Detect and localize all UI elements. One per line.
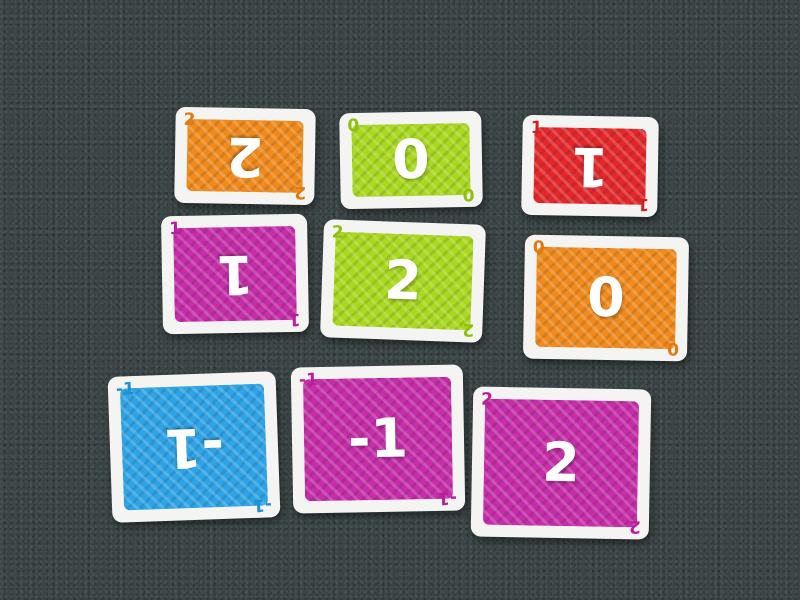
carpet-background: 2 2 2 0 0 0 1 1 1 1 1 1 2 2 2 0 0 0 -1 -… — [0, 0, 800, 600]
card-value: 1 — [215, 242, 255, 307]
card-corner-value: 1 — [169, 218, 182, 240]
card-value: 1 — [570, 134, 610, 199]
card-magenta-1: 1 1 1 — [160, 213, 310, 335]
card-value: 0 — [391, 127, 431, 192]
card-corner-value: -1 — [437, 487, 458, 508]
card-corner-value: 1 — [530, 117, 543, 139]
card-corner-value: 2 — [183, 109, 196, 131]
card-orange-0: 0 0 0 — [522, 234, 690, 362]
card-orange-2: 2 2 2 — [174, 106, 316, 206]
card-corner-value: 1 — [288, 308, 301, 330]
card-green-2: 2 2 2 — [319, 219, 487, 343]
card-corner-value: 2 — [294, 181, 307, 203]
card-green-0: 0 0 0 — [339, 110, 483, 210]
card-magenta-neg1: -1 -1 -1 — [290, 364, 466, 514]
card-value: 2 — [541, 430, 581, 495]
card-corner-value: 0 — [667, 338, 680, 359]
card-value: 2 — [225, 124, 265, 189]
card-red-1: 1 1 1 — [521, 114, 659, 218]
card-corner-value: -1 — [115, 379, 136, 400]
card-blue-neg1: -1 -1 -1 — [107, 371, 281, 523]
card-value: 0 — [586, 265, 626, 330]
card-corner-value: 2 — [462, 319, 475, 340]
card-corner-value: 2 — [480, 389, 494, 410]
card-magenta-2: 2 2 2 — [470, 386, 652, 540]
card-value: 2 — [383, 248, 423, 313]
card-corner-value: 2 — [331, 222, 344, 243]
card-corner-value: 2 — [628, 516, 642, 537]
card-corner-value: 0 — [347, 115, 360, 137]
card-corner-value: 0 — [532, 237, 545, 258]
card-value: -1 — [347, 406, 409, 471]
card-corner-value: 1 — [637, 193, 650, 215]
card-corner-value: -1 — [298, 370, 319, 391]
card-corner-value: -1 — [252, 494, 273, 515]
card-value: -1 — [162, 414, 226, 481]
card-corner-value: 0 — [462, 183, 475, 205]
